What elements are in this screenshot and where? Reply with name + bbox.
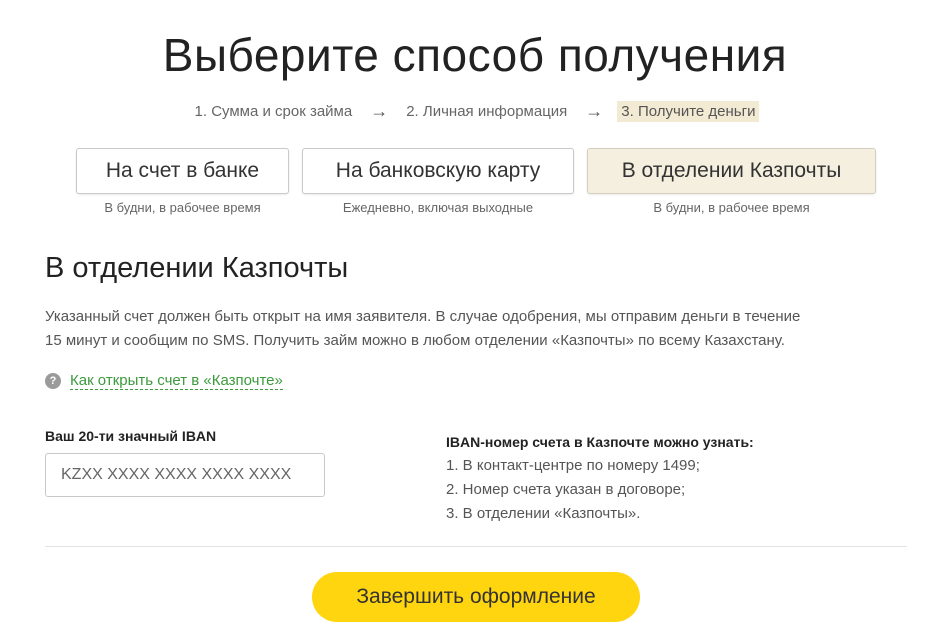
iban-info-title: IBAN-номер счета в Казпочте можно узнать… [446, 434, 754, 450]
method-bank-card-button[interactable]: На банковскую карту [302, 148, 574, 194]
step-get-money: 3. Получите деньги [617, 101, 760, 122]
help-link-row: ? Как открыть счет в «Казпочте» [45, 372, 283, 390]
section-description: Указанный счет должен быть открыт на имя… [45, 305, 875, 353]
step-amount-term: 1. Сумма и срок займа [194, 103, 353, 120]
description-line-2: 15 минут и сообщим по SMS. Получить займ… [45, 332, 785, 349]
method-kazpost-note: В будни, в рабочее время [653, 200, 810, 215]
section-title: В отделении Казпочты [45, 252, 349, 284]
progress-steps: 1. Сумма и срок займа → 2. Личная информ… [0, 101, 930, 122]
divider [45, 546, 907, 547]
how-to-open-account-link[interactable]: Как открыть счет в «Казпочте» [70, 372, 283, 390]
finish-application-button[interactable]: Завершить оформление [312, 572, 640, 622]
iban-info-item: 2. Номер счета указан в договоре; [446, 481, 686, 498]
method-bank-account-note: В будни, в рабочее время [104, 200, 261, 215]
method-kazpost: В отделении Казпочты В будни, в рабочее … [587, 148, 876, 215]
iban-info-item: 3. В отделении «Казпочты». [446, 505, 641, 522]
method-bank-account: На счет в банке В будни, в рабочее время [76, 148, 289, 215]
iban-label: Ваш 20-ти значный IBAN [45, 428, 217, 444]
method-bank-account-button[interactable]: На счет в банке [76, 148, 289, 194]
step-personal-info: 2. Личная информация [406, 103, 568, 120]
iban-info-list: 1. В контакт-центре по номеру 1499; 2. Н… [446, 454, 754, 526]
iban-info-item: 1. В контакт-центре по номеру 1499; [446, 457, 700, 474]
method-bank-card: На банковскую карту Ежедневно, включая в… [302, 148, 574, 215]
question-icon: ? [45, 373, 61, 389]
iban-input[interactable] [45, 453, 325, 497]
description-line-1: Указанный счет должен быть открыт на имя… [45, 308, 801, 325]
method-bank-card-note: Ежедневно, включая выходные [342, 200, 534, 215]
step-arrow-icon: → [585, 101, 604, 121]
step-arrow-icon: → [370, 101, 389, 121]
iban-info-block: IBAN-номер счета в Казпочте можно узнать… [446, 430, 754, 526]
method-kazpost-button[interactable]: В отделении Казпочты [587, 148, 876, 194]
page-title: Выберите способ получения [162, 29, 788, 81]
